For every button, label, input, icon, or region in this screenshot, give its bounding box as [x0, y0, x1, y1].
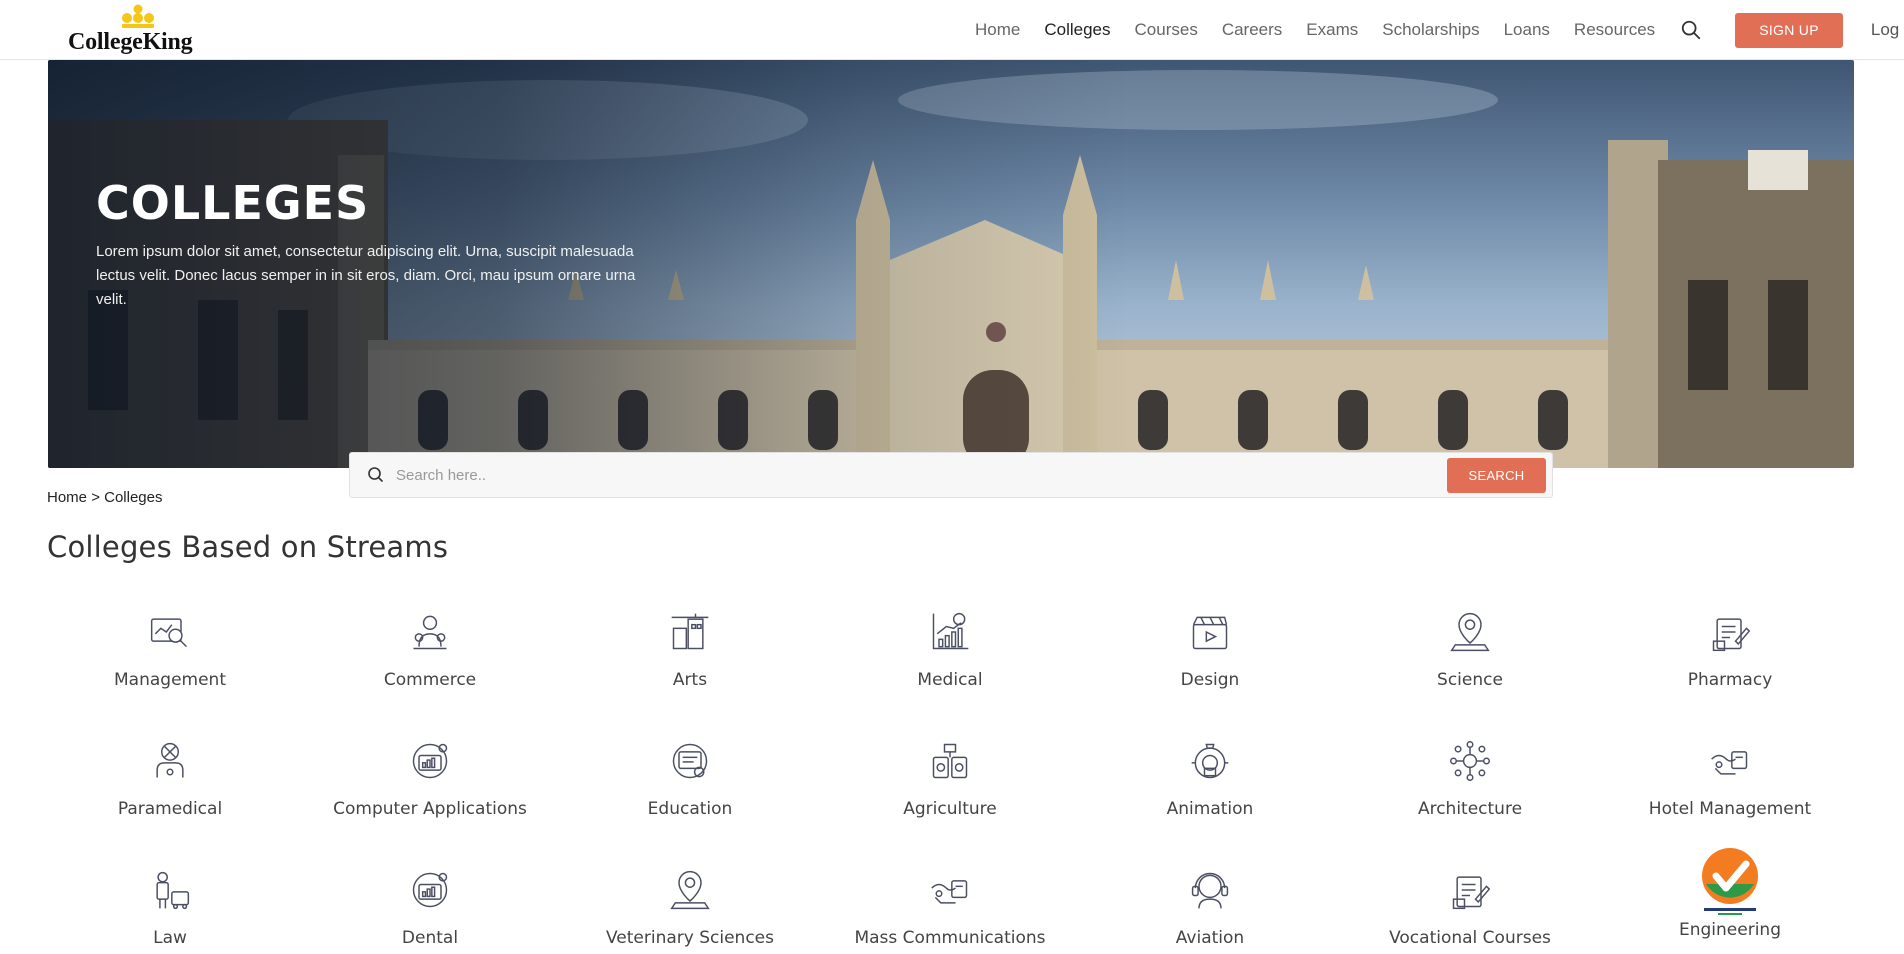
breadcrumb: Home > Colleges [47, 489, 163, 506]
stream-label: Dental [401, 928, 459, 948]
veterinary-sciences-icon [666, 866, 714, 914]
search-button[interactable]: SEARCH [1447, 458, 1546, 493]
arts-icon [666, 608, 714, 656]
page-title: COLLEGES [96, 176, 370, 230]
commerce-icon [406, 608, 454, 656]
education-icon [666, 737, 714, 785]
stream-agriculture[interactable]: Agriculture [820, 729, 1080, 858]
aviation-icon [1186, 866, 1234, 914]
search-icon [368, 467, 383, 482]
nav-item-resources[interactable]: Resources [1574, 20, 1655, 40]
login-link[interactable]: Log In [1871, 20, 1904, 40]
management-icon [146, 608, 194, 656]
pharmacy-icon [1706, 608, 1754, 656]
search-icon[interactable] [1679, 18, 1703, 42]
stream-pharmacy[interactable]: Pharmacy [1600, 600, 1860, 729]
stream-engineering[interactable]: Engineering [1600, 848, 1860, 954]
stream-commerce[interactable]: Commerce [300, 600, 560, 729]
design-icon [1186, 608, 1234, 656]
stream-label: Mass Communications [854, 928, 1046, 948]
stream-label: Pharmacy [1687, 670, 1773, 690]
vocational-courses-icon [1446, 866, 1494, 914]
stream-label: Architecture [1417, 799, 1523, 819]
breadcrumb-current: Colleges [104, 489, 163, 506]
nav-item-courses[interactable]: Courses [1135, 20, 1198, 40]
stream-label: Agriculture [903, 799, 997, 819]
search-input[interactable] [396, 461, 1396, 489]
nav-item-colleges[interactable]: Colleges [1044, 20, 1110, 40]
stream-label: Education [647, 799, 733, 819]
stream-aviation[interactable]: Aviation [1080, 858, 1340, 954]
hotel-management-icon [1706, 737, 1754, 785]
stream-label: Management [114, 670, 226, 690]
nav-item-home[interactable]: Home [975, 20, 1020, 40]
stream-label: Vocational Courses [1389, 928, 1551, 948]
nav-item-exams[interactable]: Exams [1306, 20, 1358, 40]
law-icon [146, 866, 194, 914]
signup-button[interactable]: SIGN UP [1735, 12, 1843, 48]
stream-law[interactable]: Law [40, 858, 300, 954]
stream-label: Hotel Management [1648, 799, 1812, 819]
stream-label: Law [153, 928, 187, 948]
stream-label: Arts [672, 670, 708, 690]
agriculture-icon [926, 737, 974, 785]
stream-label: Design [1180, 670, 1240, 690]
brand-logo[interactable]: CollegeKing [68, 4, 208, 56]
stream-label: Computer Applications [333, 799, 527, 819]
stream-veterinary-sciences[interactable]: Veterinary Sciences [560, 858, 820, 954]
computer-applications-icon [406, 737, 454, 785]
stream-arts[interactable]: Arts [560, 600, 820, 729]
streams-grid: Management Commerce Arts Medical Design … [40, 600, 1860, 954]
animation-icon [1186, 737, 1234, 785]
stream-label: Engineering [1679, 920, 1781, 940]
streams-section-title: Colleges Based on Streams [47, 530, 449, 564]
stream-architecture[interactable]: Architecture [1340, 729, 1600, 858]
breadcrumb-separator: > [91, 489, 100, 506]
stream-dental[interactable]: Dental [300, 858, 560, 954]
stream-education[interactable]: Education [560, 729, 820, 858]
crown-icon [122, 4, 154, 28]
stream-label: Aviation [1175, 928, 1245, 948]
stream-vocational-courses[interactable]: Vocational Courses [1340, 858, 1600, 954]
medical-icon [926, 608, 974, 656]
nav-item-loans[interactable]: Loans [1504, 20, 1550, 40]
architecture-icon [1446, 737, 1494, 785]
brand-name: CollegeKing [68, 29, 193, 55]
nav-item-careers[interactable]: Careers [1222, 20, 1282, 40]
stream-mass-communications[interactable]: Mass Communications [820, 858, 1080, 954]
stream-medical[interactable]: Medical [820, 600, 1080, 729]
nav-item-scholarships[interactable]: Scholarships [1382, 20, 1479, 40]
dental-icon [406, 866, 454, 914]
site-header: CollegeKing Home Colleges Courses Career… [0, 0, 1904, 60]
stream-paramedical[interactable]: Paramedical [40, 729, 300, 858]
college-search-bar: SEARCH [349, 452, 1553, 498]
paramedical-icon [146, 737, 194, 785]
stream-label: Animation [1166, 799, 1254, 819]
stream-label: Commerce [383, 670, 477, 690]
hero-description: Lorem ipsum dolor sit amet, consectetur … [96, 243, 636, 308]
hero-banner: COLLEGES Lorem ipsum dolor sit amet, con… [48, 60, 1854, 468]
science-icon [1446, 608, 1494, 656]
stream-label: Science [1437, 670, 1503, 690]
main-nav: Home Colleges Courses Careers Exams Scho… [975, 0, 1904, 60]
breadcrumb-home[interactable]: Home [47, 489, 87, 506]
stream-label: Veterinary Sciences [605, 928, 774, 948]
stream-science[interactable]: Science [1340, 600, 1600, 729]
stream-management[interactable]: Management [40, 600, 300, 729]
mass-communications-icon [926, 866, 974, 914]
stream-design[interactable]: Design [1080, 600, 1340, 729]
stream-label: Paramedical [117, 799, 223, 819]
national-testing-agency-logo [1698, 846, 1762, 918]
stream-hotel-management[interactable]: Hotel Management [1600, 729, 1860, 858]
stream-animation[interactable]: Animation [1080, 729, 1340, 858]
stream-label: Medical [917, 670, 983, 690]
stream-computer-applications[interactable]: Computer Applications [300, 729, 560, 858]
